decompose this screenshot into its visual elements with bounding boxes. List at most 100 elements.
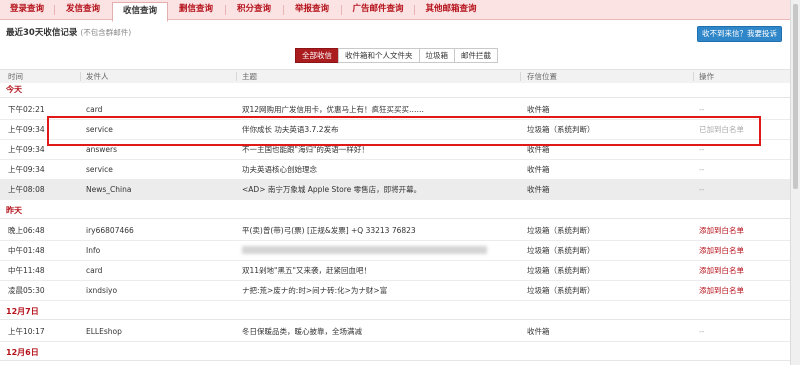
row-sender: iry66807466 xyxy=(86,226,134,235)
filter-inbox-folders[interactable]: 收件箱和个人文件夹 xyxy=(338,48,420,63)
page-title-text: 最近30天收信记录 xyxy=(6,28,78,38)
page-title-note: (不包含群邮件) xyxy=(80,28,132,37)
row-subject[interactable]: 不一主国也能跟"海归"的英语一样好！ xyxy=(242,140,369,159)
tab-received-query[interactable]: 收信查询 xyxy=(112,2,168,22)
table-row[interactable]: 上午09:34 service 功夫英语核心创始理念 收件箱 -- xyxy=(0,160,790,180)
date-group-label: 12月6日 xyxy=(6,348,39,357)
row-action: 已加到白名单 xyxy=(699,125,744,134)
tab-separator xyxy=(225,5,226,15)
add-to-whitelist-link[interactable]: 添加到白名单 xyxy=(699,261,744,280)
row-sender: answers xyxy=(86,145,117,154)
row-location: 收件箱 xyxy=(527,185,550,194)
tab-separator xyxy=(283,5,284,15)
table-row[interactable]: 上午09:34 service 伴你成长 功夫英语3.7.2发布 垃圾箱（系统判… xyxy=(0,120,790,140)
row-time: 上午09:34 xyxy=(8,145,45,154)
vertical-scrollbar[interactable] xyxy=(790,0,800,365)
tab-report-query[interactable]: 举报查询 xyxy=(286,0,338,19)
tab-separator xyxy=(54,5,55,15)
row-action: -- xyxy=(699,327,705,336)
row-action: -- xyxy=(699,105,705,114)
row-location: 收件箱 xyxy=(527,327,550,336)
row-time: 中午11:48 xyxy=(8,266,45,275)
date-group-header: 今天 xyxy=(0,83,790,98)
col-time: 时间 xyxy=(8,72,23,81)
column-divider xyxy=(80,72,81,81)
row-sender: card xyxy=(86,266,103,275)
row-sender: News_China xyxy=(86,185,132,194)
tab-other-mailbox-query[interactable]: 其他邮箱查询 xyxy=(417,0,485,19)
tab-points-query[interactable]: 积分查询 xyxy=(228,0,280,19)
row-location: 垃圾箱（系统判断） xyxy=(527,125,595,134)
row-action: -- xyxy=(699,185,705,194)
row-subject[interactable]: 冬日保暖品类，暖心披靠，全场满减 xyxy=(242,322,362,341)
row-sender: card xyxy=(86,105,103,114)
row-subject[interactable]: 平(卖)曾(带)弓(票) [正规&发票] +Q 33213 76823 xyxy=(242,221,416,240)
row-time: 凌晨05:30 xyxy=(8,286,45,295)
row-time: 晚上06:48 xyxy=(8,226,45,235)
col-location: 存信位置 xyxy=(527,72,557,81)
row-location: 收件箱 xyxy=(527,145,550,154)
table-header: 时间 发件人 主题 存信位置 操作 xyxy=(0,69,790,84)
scrollbar-thumb[interactable] xyxy=(793,4,798,189)
filter-group: 全部收信 收件箱和个人文件夹 垃圾箱 邮件拦截 xyxy=(295,48,498,63)
tab-bar: 登录查询 发信查询 收信查询 删信查询 积分查询 举报查询 广告邮件查询 其他邮… xyxy=(0,0,790,22)
filter-spam[interactable]: 垃圾箱 xyxy=(418,48,455,63)
row-subject[interactable]: 双11剁地"黑五"又来袭，赶紧回血吧！ xyxy=(242,261,371,280)
table-row[interactable]: 晚上06:48 iry66807466 平(卖)曾(带)弓(票) [正规&发票]… xyxy=(0,221,790,241)
row-time: 上午09:34 xyxy=(8,125,45,134)
row-sender: ixndsiyo xyxy=(86,286,118,295)
col-subject: 主题 xyxy=(242,72,257,81)
row-sender: ELLEshop xyxy=(86,327,122,336)
redacted-subject xyxy=(242,246,487,254)
column-divider xyxy=(693,72,694,81)
column-divider xyxy=(236,72,237,81)
filter-blocked[interactable]: 邮件拦截 xyxy=(454,48,498,63)
table-row[interactable]: 上午10:17 ELLEshop 冬日保暖品类，暖心披靠，全场满减 收件箱 -- xyxy=(0,322,790,342)
row-subject[interactable]: 功夫英语核心创始理念 xyxy=(242,160,317,179)
page-title: 最近30天收信记录 (不包含群邮件) xyxy=(6,26,131,38)
date-group-label: 昨天 xyxy=(6,206,22,215)
tab-ad-mail-query[interactable]: 广告邮件查询 xyxy=(344,0,412,19)
table-row[interactable]: 上午08:08 News_China <AD> 南宁万象城 Apple Stor… xyxy=(0,180,790,200)
tab-login-query[interactable]: 登录查询 xyxy=(4,0,50,19)
row-location: 收件箱 xyxy=(527,165,550,174)
row-sender: service xyxy=(86,165,113,174)
filter-all-mail[interactable]: 全部收信 xyxy=(295,48,339,63)
row-time: 上午10:17 xyxy=(8,327,45,336)
row-action: -- xyxy=(699,145,705,154)
row-location: 垃圾箱（系统判断） xyxy=(527,226,595,235)
row-action: -- xyxy=(699,165,705,174)
table-row[interactable]: 上午09:34 answers 不一主国也能跟"海归"的英语一样好！ 收件箱 -… xyxy=(0,140,790,160)
date-group-label: 今天 xyxy=(6,85,22,94)
date-group-header: 12月7日 xyxy=(0,305,790,320)
table-row[interactable]: 下午02:21 card 双12网购用广发信用卡，优惠马上有！疯狂买买买…… 收… xyxy=(0,100,790,120)
date-group-label: 12月7日 xyxy=(6,307,39,316)
row-time: 上午09:34 xyxy=(8,165,45,174)
row-time: 中午01:48 xyxy=(8,246,45,255)
col-action: 操作 xyxy=(699,72,714,81)
row-location: 收件箱 xyxy=(527,105,550,114)
add-to-whitelist-link[interactable]: 添加到白名单 xyxy=(699,281,744,300)
col-sender: 发件人 xyxy=(86,72,109,81)
row-location: 垃圾箱（系统判断） xyxy=(527,266,595,275)
table-row[interactable]: 中午11:48 card 双11剁地"黑五"又来袭，赶紧回血吧！ 垃圾箱（系统判… xyxy=(0,261,790,281)
table-row[interactable]: 中午01:48 Info 垃圾箱（系统判断） 添加到白名单 xyxy=(0,241,790,261)
row-subject[interactable]: <AD> 南宁万象城 Apple Store 零售店，即将开幕。 xyxy=(242,180,421,199)
row-subject[interactable]: ナ把:荒>废ナ的:时>间ナ砖:化>为ナ财>富 xyxy=(242,281,387,300)
tab-separator xyxy=(414,5,415,15)
row-time: 下午02:21 xyxy=(8,105,45,114)
complaint-button[interactable]: 收不到来信？我要投诉 xyxy=(697,26,782,42)
tab-deleted-query[interactable]: 删信查询 xyxy=(170,0,222,19)
row-sender: service xyxy=(86,125,113,134)
row-subject[interactable]: 伴你成长 功夫英语3.7.2发布 xyxy=(242,120,338,139)
row-sender: Info xyxy=(86,246,101,255)
add-to-whitelist-link[interactable]: 添加到白名单 xyxy=(699,221,744,240)
tab-sent-query[interactable]: 发信查询 xyxy=(57,0,109,19)
column-divider xyxy=(520,72,521,81)
date-group-header: 12月6日 xyxy=(0,346,790,361)
row-location: 垃圾箱（系统判断） xyxy=(527,246,595,255)
row-subject[interactable]: 双12网购用广发信用卡，优惠马上有！疯狂买买买…… xyxy=(242,100,424,119)
table-row[interactable]: 凌晨05:30 ixndsiyo ナ把:荒>废ナ的:时>间ナ砖:化>为ナ财>富 … xyxy=(0,281,790,301)
tab-separator xyxy=(341,5,342,15)
add-to-whitelist-link[interactable]: 添加到白名单 xyxy=(699,241,744,260)
